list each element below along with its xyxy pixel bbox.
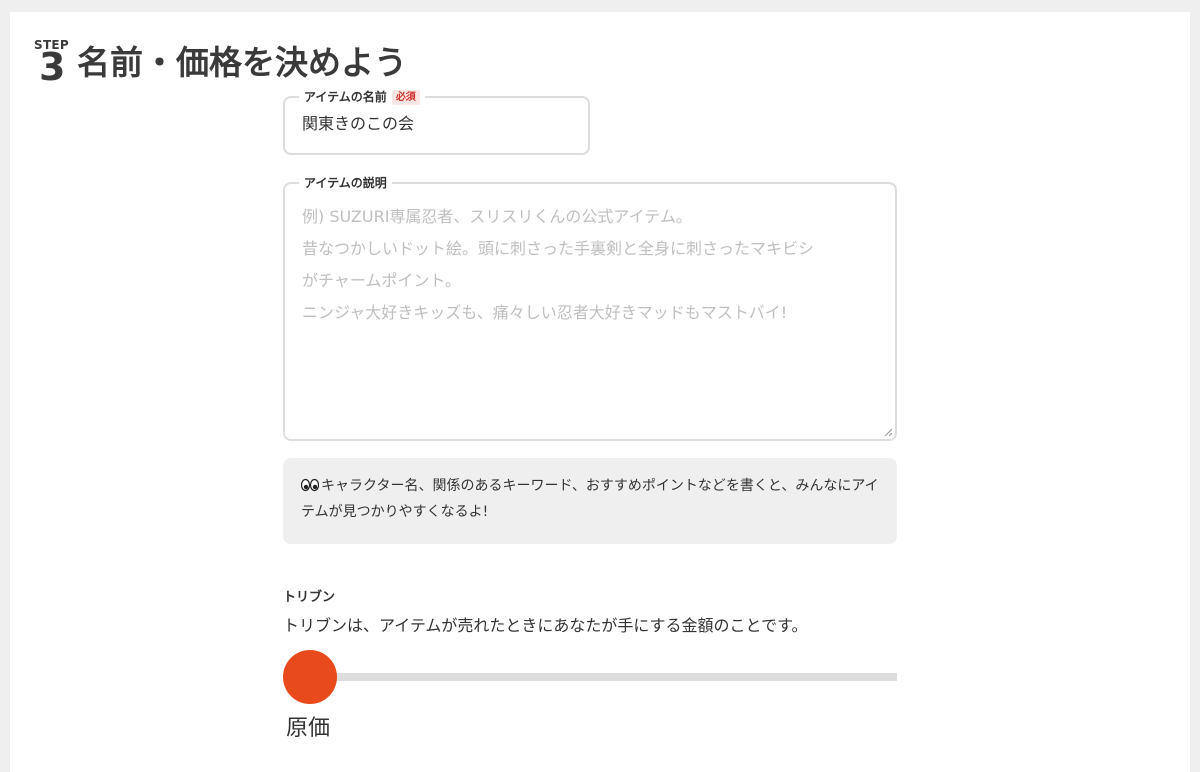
- placeholder-line: がチャームポイント。: [302, 271, 462, 290]
- toribun-slider-track[interactable]: [283, 673, 897, 681]
- hint-text: キャラクター名、関係のあるキーワード、おすすめポイントなどを書くと、みんなにアイ…: [301, 478, 879, 520]
- item-description-label: アイテムの説明: [304, 176, 387, 190]
- item-name-label: アイテムの名前: [304, 90, 387, 104]
- placeholder-line: 例) SUZURI専属忍者、スリスリくんの公式アイテム。: [302, 207, 692, 226]
- item-name-field[interactable]: アイテムの名前 必須: [283, 88, 590, 155]
- toribun-slider-thumb[interactable]: [283, 650, 337, 704]
- eyes-icon: [301, 478, 319, 492]
- placeholder-line: 昔なつかしいドット絵。頭に刺さった手裏剣と全身に刺さったマキビシ: [302, 239, 815, 258]
- required-badge: 必須: [391, 89, 420, 105]
- toribun-description: トリブンは、アイテムが売れたときにあなたが手にする金額のことです。: [283, 616, 808, 635]
- item-description-field[interactable]: アイテムの説明 例) SUZURI専属忍者、スリスリくんの公式アイテム。 昔なつ…: [283, 174, 897, 441]
- item-name-legend: アイテムの名前 必須: [299, 88, 425, 106]
- item-description-legend: アイテムの説明: [299, 174, 392, 192]
- item-description-textarea[interactable]: 例) SUZURI専属忍者、スリスリくんの公式アイテム。 昔なつかしいドット絵。…: [302, 201, 877, 329]
- placeholder-line: ニンジャ大好きキッズも、痛々しい忍者大好きマッドもマストバイ!: [302, 303, 788, 322]
- section-title: 名前・価格を決めよう: [77, 43, 407, 82]
- toribun-label: トリブン: [283, 590, 336, 605]
- hint-box: キャラクター名、関係のあるキーワード、おすすめポイントなどを書くと、みんなにアイ…: [283, 458, 897, 544]
- resize-handle-icon[interactable]: [883, 427, 893, 437]
- slider-value-label: 原価: [286, 716, 331, 741]
- item-name-input[interactable]: [302, 112, 572, 131]
- step-number: 3: [39, 45, 66, 89]
